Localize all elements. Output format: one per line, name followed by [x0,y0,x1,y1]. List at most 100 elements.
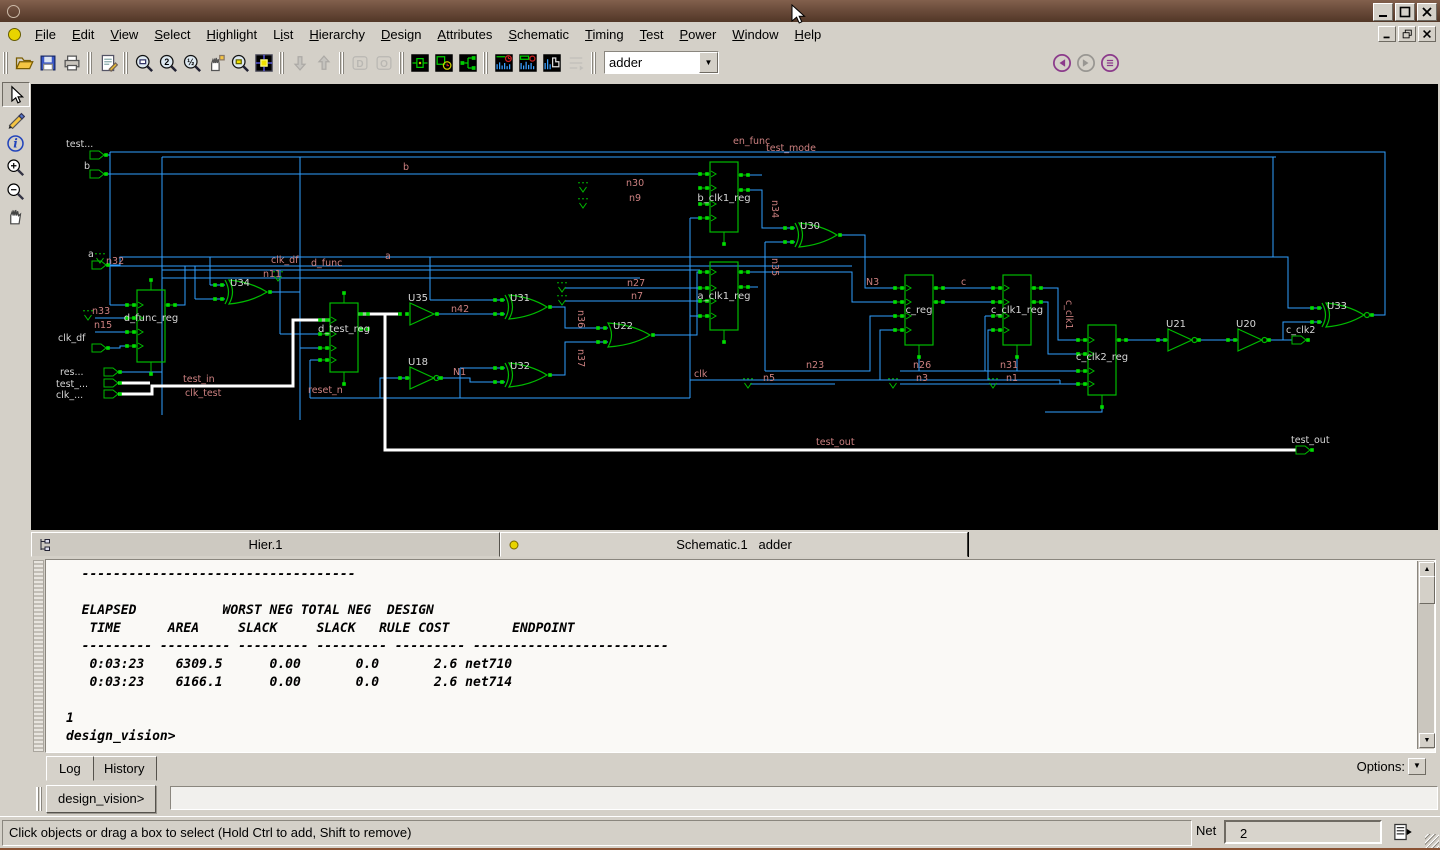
close-button[interactable] [1417,3,1437,21]
tab-schematic[interactable]: Schematic.1 adder [500,532,968,557]
mdi-restore-button[interactable] [1398,26,1416,42]
command-list-icon[interactable] [1098,51,1122,75]
toolbar-handle[interactable] [278,51,286,74]
histogram-report-icon[interactable] [540,51,564,75]
menu-power[interactable]: Power [671,24,724,45]
tab-log[interactable]: Log [46,756,94,781]
area-report-icon[interactable] [516,51,540,75]
instance-d_func_reg[interactable] [136,289,166,363]
schematic-canvas[interactable]: d_func_reg d_test_reg b_clk1_reg a_clk1_reg… [31,84,1438,530]
svg-text:½: ½ [187,56,194,66]
mdi-minimize-button[interactable] [1378,26,1396,42]
toolbar-handle[interactable] [338,51,346,74]
toolbar-handle[interactable] [86,51,94,74]
menu-attributes[interactable]: Attributes [429,24,500,45]
schematic-view-icon[interactable] [408,51,432,75]
select-tool[interactable] [1,82,30,107]
net-list-icon[interactable] [1392,822,1414,842]
net-label-n35: n35 [769,258,780,276]
port-test_out[interactable] [1295,445,1311,455]
toolbar-handle[interactable] [2,51,10,74]
mdi-close-button[interactable] [1418,26,1436,42]
scroll-down-icon[interactable]: ▼ [1419,733,1435,748]
minimize-button[interactable] [1373,3,1393,21]
menu-design[interactable]: Design [373,24,429,45]
scroll-up-icon[interactable]: ▲ [1419,562,1435,577]
schematic-drawing[interactable]: d_func_reg d_test_reg b_clk1_reg a_clk1_reg… [31,84,1438,530]
scroll-thumb[interactable] [1419,576,1435,604]
net-label-n9: n9 [629,193,641,204]
net-value-field[interactable]: 2 [1224,820,1382,844]
menu-timing[interactable]: Timing [577,24,632,45]
open-icon[interactable] [12,51,36,75]
port-b[interactable] [89,169,105,179]
menu-select[interactable]: Select [146,24,198,45]
info-tool[interactable]: i [3,132,29,155]
titlebar[interactable]: Design Vision - TopLevel.1 (adder) - [Sc… [0,0,1440,62]
pan-icon[interactable] [204,51,228,75]
zoom-out-tool[interactable] [3,180,29,203]
port-label: a [88,249,94,260]
menu-window[interactable]: Window [724,24,786,45]
menu-list[interactable]: List [265,24,301,45]
menu-highlight[interactable]: Highlight [198,24,265,45]
toolbar-handle[interactable] [482,51,490,74]
menubar: File Edit View Select Highlight List Hierarchy… [0,22,1440,48]
log-scrollbar[interactable]: ▲ ▼ [1417,561,1435,749]
zoom-out-2x-icon[interactable]: ½ [180,51,204,75]
design-setup-icon[interactable] [96,51,120,75]
draw-tool[interactable] [3,108,29,131]
menu-edit[interactable]: Edit [64,24,102,45]
tool-palette: i [0,82,31,228]
toolbar-handle[interactable] [398,51,406,74]
menu-hierarchy[interactable]: Hierarchy [301,24,373,45]
port-label: c_clk2 [1286,325,1315,336]
net-label-n37: n37 [575,349,586,367]
design-selector[interactable]: adder ▼ [604,51,719,74]
menu-view[interactable]: View [102,24,146,45]
port-res...[interactable] [103,367,119,377]
log-panel-handle[interactable] [33,560,44,752]
pan-tool[interactable] [3,204,29,227]
net-label-n7: n7 [631,291,643,302]
net-label-reset_n: reset_n [308,385,343,396]
net-label-d_func: d_func [311,258,342,269]
port-test...[interactable] [89,150,105,160]
gate-U20[interactable] [1237,328,1268,352]
command-input[interactable] [170,786,1438,810]
port-clk_...[interactable] [103,389,119,399]
port-c_clk2[interactable] [1291,335,1307,345]
tab-history[interactable]: History [91,756,158,781]
view-full-icon[interactable] [252,51,276,75]
zoom-box-icon[interactable] [132,51,156,75]
resize-grip[interactable] [1425,834,1439,848]
menu-help[interactable]: Help [787,24,830,45]
gate-U21[interactable] [1167,328,1198,352]
menu-schematic[interactable]: Schematic [500,24,577,45]
net-label-n15: n15 [94,320,112,331]
zoom-in-2x-icon[interactable]: 2 [156,51,180,75]
zoom-in-tool[interactable] [3,156,29,179]
port-test_...[interactable] [103,378,119,388]
menu-test[interactable]: Test [632,24,672,45]
zoom-selection-icon[interactable] [228,51,252,75]
timing-report-icon[interactable] [492,51,516,75]
save-icon[interactable] [36,51,60,75]
net-label-n33: n33 [92,306,110,317]
command-row-handle[interactable] [36,787,43,811]
hierarchy-view-icon[interactable] [456,51,480,75]
gate-U18[interactable] [409,366,440,390]
symbol-view-icon[interactable] [432,51,456,75]
toolbar-handle[interactable] [122,51,130,74]
log-output[interactable]: ----------------------------------- ELAP… [45,559,1436,753]
maximize-button[interactable] [1395,3,1415,21]
print-icon[interactable] [60,51,84,75]
tab-hier[interactable]: Hier.1 [31,532,500,557]
back-icon[interactable] [1050,51,1074,75]
toolbar-handle[interactable] [590,51,598,74]
gate-U35[interactable] [409,302,436,326]
design-selector-dropdown-icon[interactable]: ▼ [699,52,718,73]
menu-file[interactable]: File [27,24,64,45]
options-dropdown-icon[interactable]: ▼ [1408,758,1426,775]
port-clk_df[interactable] [91,343,107,353]
